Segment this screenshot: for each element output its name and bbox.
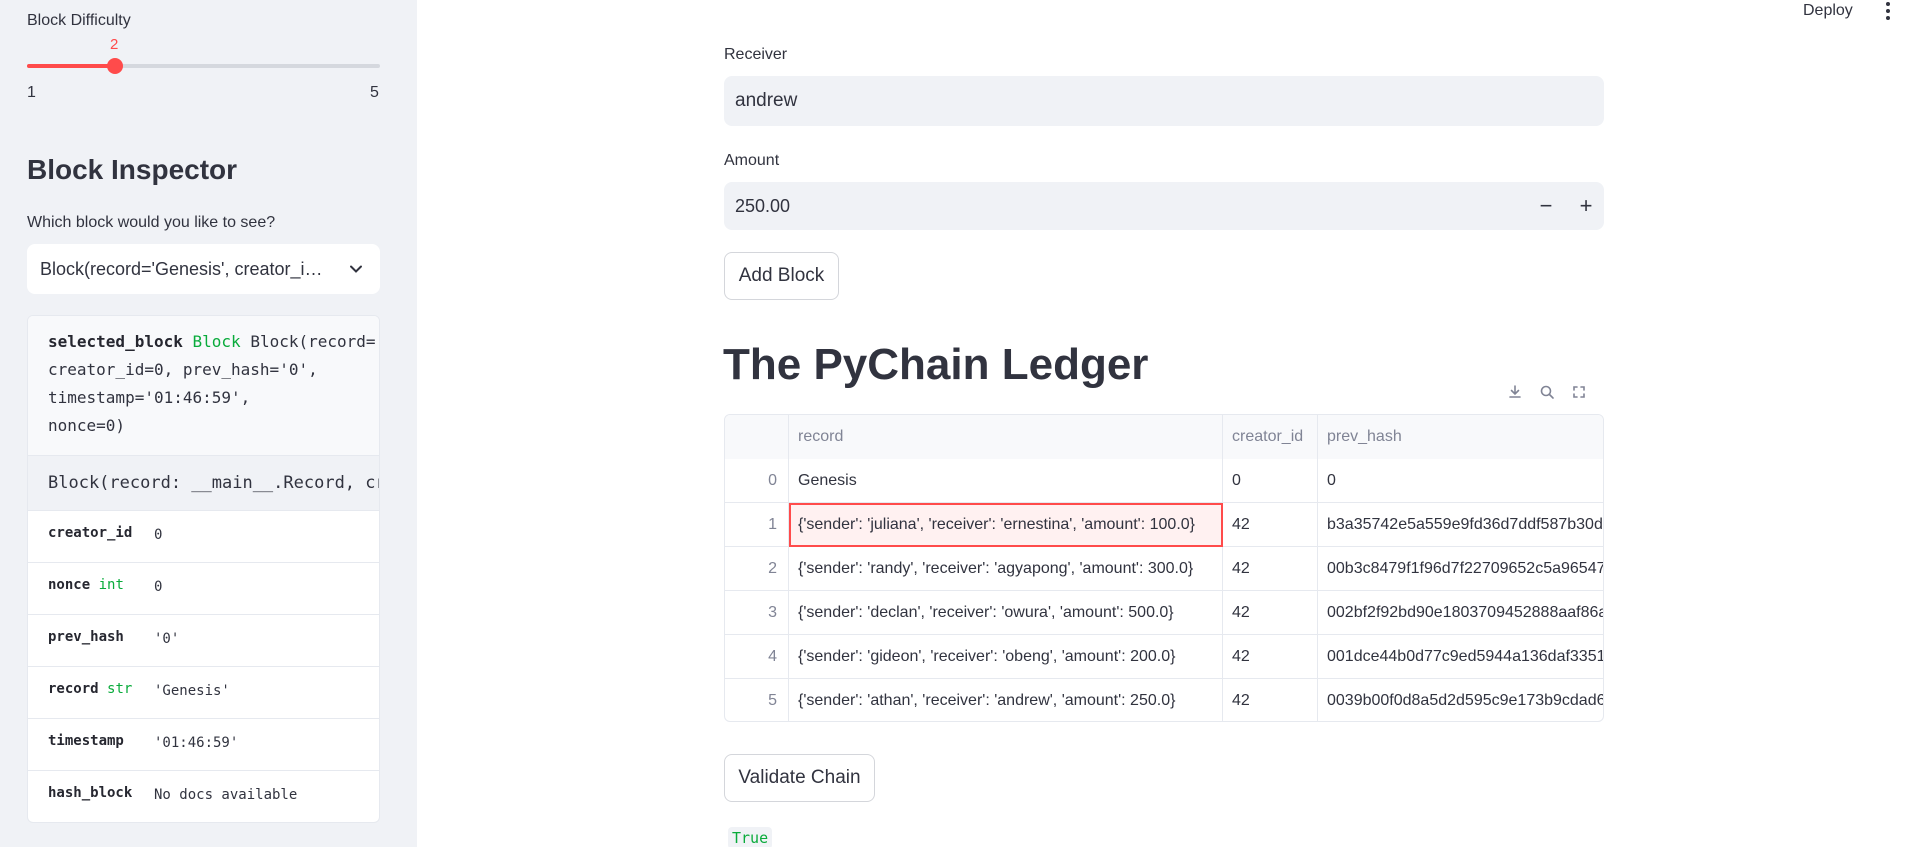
amount-input[interactable]: 250.00 − +	[724, 182, 1604, 230]
record-cell[interactable]: {'sender': 'gideon', 'receiver': 'obeng'…	[789, 635, 1223, 679]
creator-id-cell[interactable]: 42	[1223, 679, 1318, 721]
attr-value: No docs available	[154, 787, 298, 803]
decrement-button[interactable]: −	[1526, 182, 1566, 230]
creator-id-cell[interactable]: 42	[1223, 591, 1318, 635]
block-select-label: Which block would you like to see?	[27, 214, 276, 231]
attr-name: prev_hash	[48, 629, 124, 645]
row-index: 4	[725, 635, 789, 679]
row-index: 2	[725, 547, 789, 591]
attr-value: '0'	[154, 631, 180, 647]
table-header-row: record creator_id prev_hash	[725, 415, 1603, 459]
ledger-table: record creator_id prev_hash 0 Genesis 0 …	[724, 414, 1604, 722]
prev-hash-cell[interactable]: b3a35742e5a559e9fd36d7ddf587b30d	[1318, 503, 1603, 547]
creator-id-cell[interactable]: 42	[1223, 547, 1318, 591]
chevron-down-icon	[350, 265, 362, 273]
inspect-var-type: Block	[192, 332, 241, 351]
attr-row: nonce int 0	[28, 563, 379, 615]
column-header-prev-hash[interactable]: prev_hash	[1318, 415, 1603, 459]
record-cell[interactable]: {'sender': 'athan', 'receiver': 'andrew'…	[789, 679, 1223, 721]
attr-name: creator_id int	[48, 525, 133, 541]
increment-button[interactable]: +	[1566, 182, 1606, 230]
attr-row: record str 'Genesis'	[28, 667, 379, 719]
column-header-index	[725, 415, 789, 459]
attr-value: 0	[154, 579, 163, 595]
block-inspect-panel: selected_block Block Block(record='Genes…	[27, 315, 380, 823]
fullscreen-icon[interactable]	[1569, 382, 1589, 402]
inspect-header: selected_block Block Block(record='Genes…	[28, 316, 379, 455]
inspect-var-name: selected_block	[48, 332, 183, 351]
record-cell[interactable]: {'sender': 'randy', 'receiver': 'agyapon…	[789, 547, 1223, 591]
table-row: 5 {'sender': 'athan', 'receiver': 'andre…	[725, 679, 1603, 721]
slider-fill	[27, 64, 116, 68]
creator-id-cell[interactable]: 42	[1223, 635, 1318, 679]
table-row: 4 {'sender': 'gideon', 'receiver': 'oben…	[725, 635, 1603, 679]
search-icon[interactable]	[1537, 382, 1557, 402]
ledger-title: The PyChain Ledger	[723, 340, 1149, 389]
attr-name: hash_block	[48, 785, 133, 801]
prev-hash-cell[interactable]: 0039b00f0d8a5d2d595c9e173b9cdad6	[1318, 679, 1603, 721]
block-select[interactable]: Block(record='Genesis', creator_id=0, pr…	[27, 244, 380, 294]
row-index: 0	[725, 459, 789, 503]
slider-min: 1	[27, 84, 36, 101]
attr-row: creator_id int 0	[28, 511, 379, 563]
validate-chain-button[interactable]: Validate Chain	[724, 754, 875, 802]
record-cell[interactable]: Genesis	[789, 459, 1223, 503]
prev-hash-cell[interactable]: 0	[1318, 459, 1603, 503]
amount-value: 250.00	[735, 195, 791, 216]
inspect-signature: Block(record: __main__.Record, creator_i…	[28, 455, 379, 511]
creator-id-cell[interactable]: 0	[1223, 459, 1318, 503]
attr-row: hash_block No docs available	[28, 771, 379, 822]
attr-name: record str	[48, 681, 133, 697]
column-header-creator-id[interactable]: creator_id	[1223, 415, 1318, 459]
attr-row: prev_hash '0'	[28, 615, 379, 667]
receiver-label: Receiver	[724, 46, 788, 63]
table-row: 2 {'sender': 'randy', 'receiver': 'agyap…	[725, 547, 1603, 591]
table-row: 1 {'sender': 'juliana', 'receiver': 'ern…	[725, 503, 1603, 547]
validation-result: True	[728, 827, 773, 847]
main-menu-icon[interactable]	[1886, 2, 1892, 20]
attr-value: 'Genesis'	[154, 683, 230, 699]
block-select-value: Block(record='Genesis', creator_id=0, pr…	[40, 258, 330, 279]
prev-hash-cell[interactable]: 00b3c8479f1f96d7f22709652c5a96547	[1318, 547, 1603, 591]
attr-name: nonce int	[48, 577, 124, 593]
inspect-repr-line: nonce=0)	[48, 416, 126, 435]
row-index: 1	[725, 503, 789, 547]
receiver-value: andrew	[735, 90, 798, 111]
creator-id-cell[interactable]: 42	[1223, 503, 1318, 547]
row-index: 3	[725, 591, 789, 635]
inspect-repr-line: timestamp='01:46:59',	[48, 388, 251, 407]
record-cell[interactable]: {'sender': 'declan', 'receiver': 'owura'…	[789, 591, 1223, 635]
add-block-button[interactable]: Add Block	[724, 252, 839, 300]
table-row: 3 {'sender': 'declan', 'receiver': 'owur…	[725, 591, 1603, 635]
deploy-button[interactable]: Deploy	[1803, 2, 1853, 20]
slider-value: 2	[110, 36, 119, 53]
inspect-repr-line: Block(record='Genesis',	[250, 332, 379, 351]
block-inspector-title: Block Inspector	[27, 154, 238, 185]
sidebar: Block Difficulty 2 1 5 Block Inspector W…	[0, 0, 417, 847]
column-header-record[interactable]: record	[789, 415, 1223, 459]
inspect-repr-line: creator_id=0, prev_hash='0',	[48, 360, 318, 379]
attr-name: timestamp	[48, 733, 124, 749]
attr-row: timestamp '01:46:59'	[28, 719, 379, 771]
record-cell-selected[interactable]: {'sender': 'juliana', 'receiver': 'ernes…	[789, 503, 1223, 547]
row-index: 5	[725, 679, 789, 721]
difficulty-slider-track[interactable]	[27, 64, 380, 68]
amount-label: Amount	[724, 152, 780, 169]
receiver-input[interactable]: andrew	[724, 76, 1604, 126]
prev-hash-cell[interactable]: 001dce44b0d77c9ed5944a136daf3351	[1318, 635, 1603, 679]
download-icon[interactable]	[1505, 382, 1525, 402]
attr-value: 0	[154, 527, 163, 543]
slider-label: Block Difficulty	[27, 12, 131, 29]
attr-value: '01:46:59'	[154, 735, 239, 751]
difficulty-slider-thumb[interactable]	[107, 58, 124, 74]
prev-hash-cell[interactable]: 002bf2f92bd90e1803709452888aaf86a	[1318, 591, 1603, 635]
slider-max: 5	[370, 84, 379, 101]
dataframe-toolbar	[1505, 378, 1589, 406]
table-row: 0 Genesis 0 0	[725, 459, 1603, 503]
